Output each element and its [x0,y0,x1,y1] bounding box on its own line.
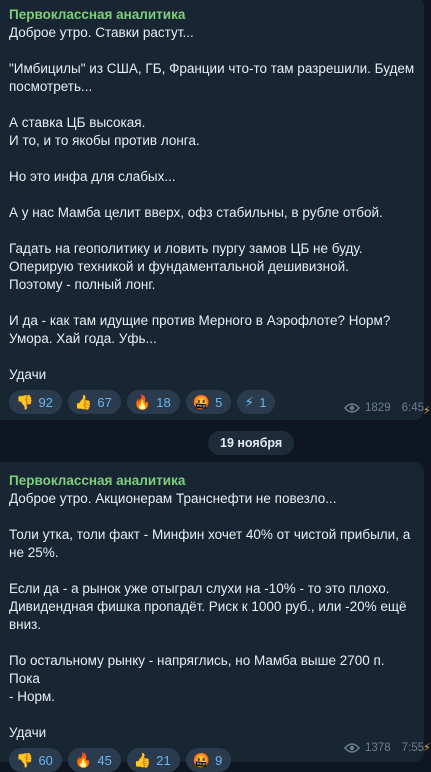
message-line [9,294,416,312]
message-line: А у нас Мамба целит вверх, офз стабильны… [9,205,383,220]
message-line [9,222,416,240]
message-line: Но это инфа для слабых... [9,169,176,184]
message-line: Толи утка, толи факт - Минфин хочет 40% … [9,527,411,542]
boost-icon[interactable]: ⚡ [423,404,431,418]
message-line: Если да - а рынок уже отыграл слухи на -… [9,581,390,596]
message-meta: 1378 7:55 [344,742,424,754]
message-line: Доброе утро. Ставки растут... [9,25,194,40]
message-line: "Имбицилы" из США, ГБ, Франции что-то та… [9,61,415,76]
reaction-chip[interactable]: 🔥 18 [126,390,180,414]
reaction-emoji-icon: 🤬 [192,394,211,410]
reaction-chip[interactable]: 🤬 9 [185,748,232,772]
reaction-chip[interactable]: 🤬 5 [185,390,232,414]
reaction-chip[interactable]: 👎 92 [9,390,62,414]
date-separator: 19 ноября [208,431,295,455]
message-line: Удачи [9,725,47,740]
message-line [9,42,416,60]
message-line: А ставка ЦБ высокая. [9,115,146,130]
reaction-count: 18 [156,394,171,410]
message-line [9,348,416,366]
message-line: не 25%. [9,545,59,560]
view-count: 1829 [365,402,391,414]
message-line: Гадать на геополитику и ловить пургу зам… [9,241,363,256]
reaction-count: 1 [259,394,267,410]
message-line [9,634,416,652]
message-line: Оперирую техникой и фундаментальной деши… [9,259,349,274]
message-bubble[interactable]: Первоклассная аналитика Доброе утро. Акц… [0,462,424,772]
message-line [9,150,416,168]
reaction-emoji-icon: ⚡ [244,394,255,410]
message-line: посмотреть... [9,79,93,94]
message-line: Поэтому - полный лонг. [9,277,156,292]
message-text: Доброе утро. Ставки растут... "Имбицилы" … [9,24,416,384]
reaction-chip[interactable]: 👍 21 [126,748,180,772]
reaction-emoji-icon: 👎 [16,394,34,410]
message-meta: 1829 6:45 [344,402,424,414]
eye-icon [344,403,361,413]
reaction-chip[interactable]: 🔥 45 [67,748,121,772]
message-time: 6:45 [401,402,424,414]
reaction-emoji-icon: 🔥 [74,752,93,768]
message-line [9,96,416,114]
message-bubble[interactable]: Первоклассная аналитика Доброе утро. Ста… [0,0,424,420]
reaction-emoji-icon: 🤬 [192,752,211,768]
eye-icon [344,743,361,753]
message-line [9,706,416,724]
reaction-chip[interactable]: ⚡ 1 [237,390,276,414]
message-line: И то, и то якобы против лонга. [9,133,200,148]
sender-name[interactable]: Первоклассная аналитика [9,472,416,490]
reaction-emoji-icon: 👍 [74,394,93,410]
reaction-emoji-icon: 👎 [16,752,34,768]
message-line: Дивидендная фишка пропадёт. Риск к 1000 … [9,599,407,614]
sender-name[interactable]: Первоклассная аналитика [9,6,416,24]
message-time: 7:55 [401,742,424,754]
boost-icon[interactable]: ⚡ [423,741,431,755]
message-line: - Норм. [9,689,56,704]
reaction-count: 5 [215,394,223,410]
message-line [9,186,416,204]
reaction-emoji-icon: 👍 [133,752,152,768]
message-line [9,508,416,526]
reaction-chip[interactable]: 👎 60 [9,748,62,772]
message-line: По остальному рынку - напряглись, но Мам… [9,653,389,686]
view-count: 1378 [365,742,391,754]
reaction-count: 92 [38,394,53,410]
message-line: Умора. Хай года. Уфь... [9,331,157,346]
reaction-chip[interactable]: 👍 67 [67,390,121,414]
message-line: Доброе утро. Акционерам Транснефти не по… [9,491,337,506]
reaction-emoji-icon: 🔥 [133,394,152,410]
message-text: Доброе утро. Акционерам Транснефти не по… [9,490,416,742]
message-line: И да - как там идущие против Мерного в А… [9,313,391,328]
message-line: Удачи [9,367,47,382]
message-line: вниз. [9,617,42,632]
reaction-count: 67 [97,394,112,410]
message-line [9,562,416,580]
